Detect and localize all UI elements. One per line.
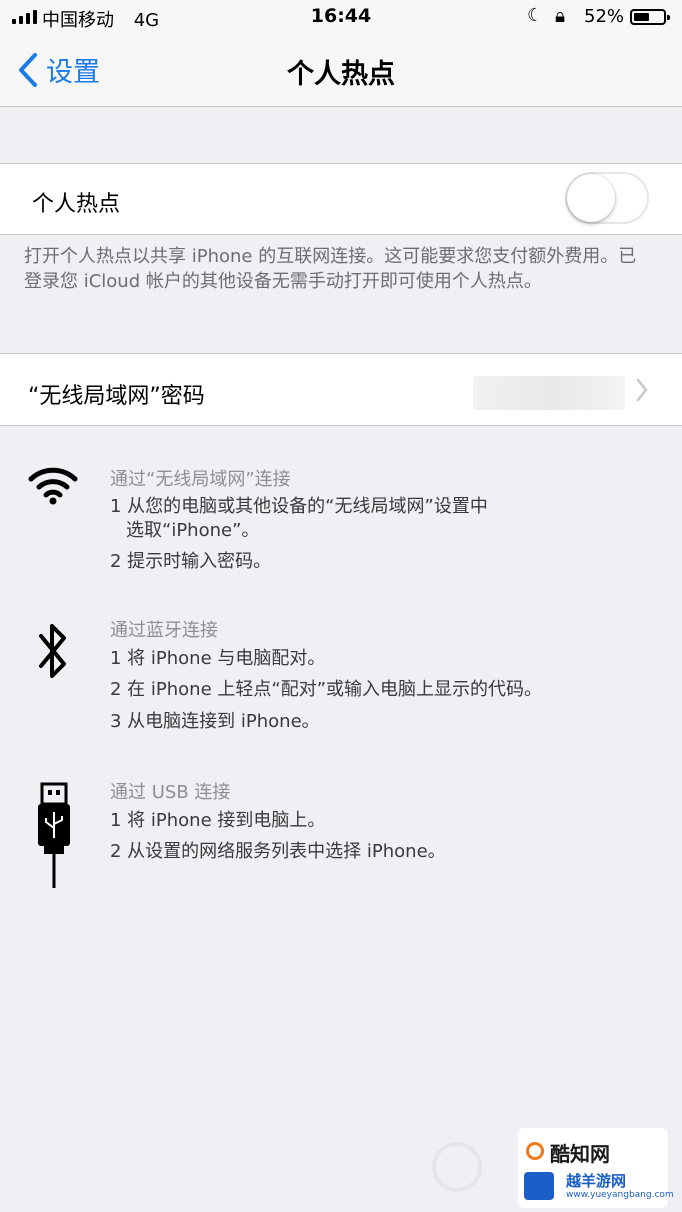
router-icon xyxy=(524,1172,554,1200)
wifi-heading: 通过“无线局域网”连接 xyxy=(110,469,291,490)
wifi-instructions: 通过“无线局域网”连接 1 从您的电脑或其他设备的“无线局域网”设置中 选取“i… xyxy=(0,465,682,575)
bluetooth-instructions: 通过蓝牙连接 1 将 iPhone 与电脑配对。 2 在 iPhone 上轻点“… xyxy=(0,616,682,736)
wifi-step-1: 1 从您的电脑或其他设备的“无线局域网”设置中 xyxy=(110,496,488,517)
toggle-knob xyxy=(567,174,615,222)
status-bar: 中国移动 4G 16:44 ☾ 🔒︎ 52% xyxy=(0,0,682,36)
hotspot-toggle[interactable] xyxy=(565,172,649,224)
page-title: 个人热点 xyxy=(287,59,395,90)
bluetooth-step-1: 1 将 iPhone 与电脑配对。 xyxy=(110,648,326,669)
watermark-line-2: 越羊游网 xyxy=(566,1172,627,1190)
usb-heading: 通过 USB 连接 xyxy=(110,782,231,803)
wifi-password-value-blurred xyxy=(473,376,625,410)
usb-step-1: 1 将 iPhone 接到电脑上。 xyxy=(110,810,326,831)
watermark-badge: 酷知网 越羊游网 www.yueyangbang.com xyxy=(518,1128,674,1208)
watermark-circle-logo xyxy=(432,1142,482,1192)
watermark-logo-icon xyxy=(526,1142,544,1160)
watermark-line-3: www.yueyangbang.com xyxy=(566,1190,674,1200)
battery-icon xyxy=(630,9,670,25)
wifi-step-2: 2 提示时输入密码。 xyxy=(110,551,272,572)
bluetooth-icon xyxy=(39,624,66,678)
chevron-right-icon xyxy=(636,378,648,402)
wifi-password-row[interactable]: “无线局域网”密码 xyxy=(0,353,682,426)
hotspot-row: 个人热点 xyxy=(0,163,682,235)
bluetooth-step-2: 2 在 iPhone 上轻点“配对”或输入电脑上显示的代码。 xyxy=(110,679,543,700)
usb-cable-icon xyxy=(38,782,70,888)
wifi-icon xyxy=(28,467,78,505)
bluetooth-heading: 通过蓝牙连接 xyxy=(110,620,218,641)
hotspot-footer-text: 打开个人热点以共享 iPhone 的互联网连接。这可能要求您支付额外费用。已登录… xyxy=(24,246,637,292)
top-bar: 中国移动 4G 16:44 ☾ 🔒︎ 52% 设置 个人热点 xyxy=(0,0,682,107)
usb-step-2: 2 从设置的网络服务列表中选择 iPhone。 xyxy=(110,841,446,862)
battery-percent: 52% xyxy=(584,6,625,27)
watermark-line-1: 酷知网 xyxy=(550,1142,610,1166)
bluetooth-step-3: 3 从电脑连接到 iPhone。 xyxy=(110,711,320,732)
usb-instructions: 通过 USB 连接 1 将 iPhone 接到电脑上。 2 从设置的网络服务列表… xyxy=(0,778,682,888)
status-time: 16:44 xyxy=(310,5,372,27)
wifi-password-label: “无线局域网”密码 xyxy=(28,384,205,409)
rotation-lock-icon: 🔒︎ xyxy=(555,5,566,27)
watermark: 酷知网 越羊游网 www.yueyangbang.com xyxy=(428,1128,674,1208)
wifi-step-1-continued: 选取“iPhone”。 xyxy=(126,520,260,541)
hotspot-label: 个人热点 xyxy=(32,192,121,217)
do-not-disturb-icon: ☾ xyxy=(527,5,544,26)
